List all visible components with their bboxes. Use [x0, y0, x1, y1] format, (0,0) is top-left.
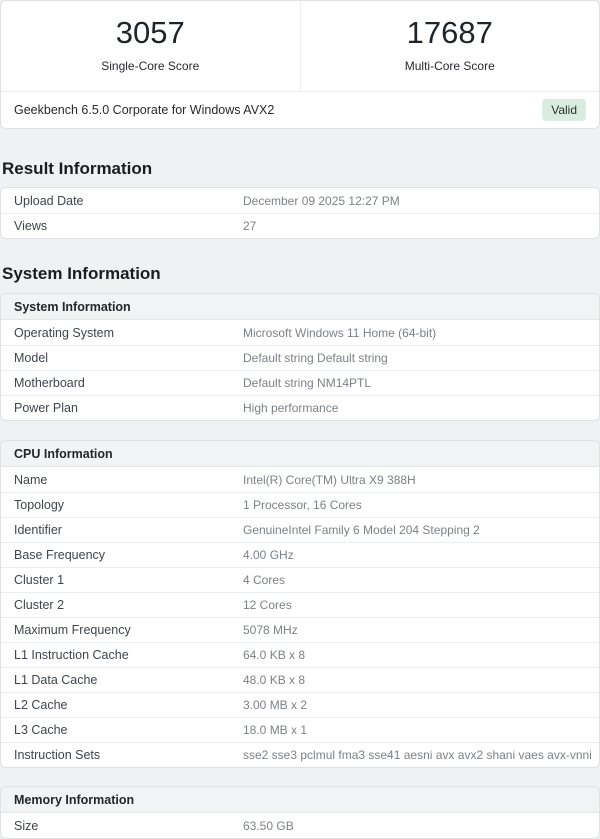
row-value: 27 [243, 219, 257, 233]
row-label: L3 Cache [14, 723, 68, 737]
score-row: 3057 Single-Core Score 17687 Multi-Core … [1, 1, 599, 92]
row-label: Maximum Frequency [14, 623, 131, 637]
cpu-information-card: CPU Information Name Intel(R) Core(TM) Ul… [0, 440, 600, 768]
score-summary-card: 3057 Single-Core Score 17687 Multi-Core … [0, 0, 600, 129]
table-row: Size 63.50 GB [1, 813, 599, 838]
system-information-title: System Information [2, 264, 161, 283]
table-row: Instruction Sets sse2 sse3 pclmul fma3 ss… [1, 742, 599, 767]
multi-core-score-value: 17687 [406, 15, 493, 50]
row-label: Topology [14, 498, 65, 512]
result-information-title: Result Information [2, 159, 153, 178]
system-information-table-header: System Information [1, 294, 599, 320]
table-row: L1 Data Cache 48.0 KB x 8 [1, 667, 599, 692]
row-value: 48.0 KB x 8 [243, 673, 306, 687]
benchmark-version-banner: Geekbench 6.5.0 Corporate for Windows AV… [1, 92, 599, 128]
memory-information-table: Size 63.50 GB [1, 813, 599, 838]
row-label: Power Plan [14, 401, 78, 415]
row-value: 12 Cores [243, 598, 292, 612]
single-core-score-cell: 3057 Single-Core Score [1, 1, 301, 91]
row-label: L1 Instruction Cache [14, 648, 129, 662]
row-value: Intel(R) Core(TM) Ultra X9 388H [243, 472, 416, 487]
system-information-card: System Information Operating System Micro… [0, 293, 600, 421]
table-row: Motherboard Default string NM14PTL [1, 370, 599, 395]
cpu-information-table: Name Intel(R) Core(TM) Ultra X9 388H Topol… [1, 467, 599, 767]
row-value: High performance [243, 401, 339, 415]
row-label: Motherboard [14, 376, 85, 390]
row-label: Operating System [14, 325, 115, 340]
row-value: Default string Default string [243, 351, 388, 365]
row-label: Model [14, 351, 49, 365]
row-value: 4.00 GHz [243, 548, 294, 562]
valid-status-badge: Valid [542, 99, 586, 121]
table-row: Topology 1 Processor, 16 Cores [1, 492, 599, 517]
table-row: Operating System Microsoft Windows 11 Hom… [1, 320, 599, 345]
table-row: Cluster 1 4 Cores [1, 567, 599, 592]
row-value: Microsoft Windows 11 Home (64-bit) [243, 325, 437, 340]
multi-core-score-label: Multi-Core Score [404, 59, 495, 73]
result-information-card: Upload Date December 09 2025 12:27 PM View… [0, 187, 600, 239]
row-label: Base Frequency [14, 548, 106, 562]
row-label: Cluster 2 [14, 598, 65, 612]
row-value: 64.0 KB x 8 [243, 648, 306, 662]
table-row: L1 Instruction Cache 64.0 KB x 8 [1, 642, 599, 667]
table-row: Model Default string Default string [1, 345, 599, 370]
row-value: December 09 2025 12:27 PM [243, 193, 400, 208]
cpu-information-table-header: CPU Information [1, 441, 599, 467]
row-label: Identifier [14, 523, 62, 537]
row-value: Default string NM14PTL [243, 376, 372, 390]
row-value: GenuineIntel Family 6 Model 204 Stepping… [243, 523, 480, 537]
row-label: Name [14, 472, 48, 487]
table-row: L3 Cache 18.0 MB x 1 [1, 717, 599, 742]
memory-information-card: Memory Information Size 63.50 GB [0, 786, 600, 839]
single-core-score-label: Single-Core Score [101, 59, 200, 73]
table-row: Identifier GenuineIntel Family 6 Model 20… [1, 517, 599, 542]
row-label: L1 Data Cache [14, 673, 98, 687]
multi-core-score-cell: 17687 Multi-Core Score [301, 1, 600, 91]
row-value: 63.50 GB [243, 818, 294, 833]
table-row: Name Intel(R) Core(TM) Ultra X9 388H [1, 467, 599, 492]
table-row: Power Plan High performance [1, 395, 599, 420]
table-row: Cluster 2 12 Cores [1, 592, 599, 617]
row-label: L2 Cache [14, 698, 68, 712]
row-value: 4 Cores [243, 573, 286, 587]
row-value: 1 Processor, 16 Cores [243, 498, 362, 512]
row-label: Cluster 1 [14, 573, 65, 587]
row-label: Size [14, 818, 39, 833]
row-value: 3.00 MB x 2 [243, 698, 308, 712]
result-information-table: Upload Date December 09 2025 12:27 PM View… [1, 188, 599, 238]
table-row: Views 27 [1, 213, 599, 238]
table-row: Upload Date December 09 2025 12:27 PM [1, 188, 599, 213]
single-core-score-value: 3057 [115, 15, 185, 50]
memory-information-table-header: Memory Information [1, 787, 599, 813]
row-label: Instruction Sets [14, 748, 101, 762]
benchmark-version-text: Geekbench 6.5.0 Corporate for Windows AV… [14, 103, 275, 117]
row-label: Upload Date [14, 193, 84, 208]
table-row: Maximum Frequency 5078 MHz [1, 617, 599, 642]
row-value: 5078 MHz [243, 623, 298, 637]
table-row: L2 Cache 3.00 MB x 2 [1, 692, 599, 717]
row-value: 18.0 MB x 1 [243, 723, 308, 737]
system-information-table: Operating System Microsoft Windows 11 Hom… [1, 320, 599, 420]
row-label: Views [14, 219, 48, 233]
row-value: sse2 sse3 pclmul fma3 sse41 aesni avx av… [243, 748, 592, 762]
table-row: Base Frequency 4.00 GHz [1, 542, 599, 567]
